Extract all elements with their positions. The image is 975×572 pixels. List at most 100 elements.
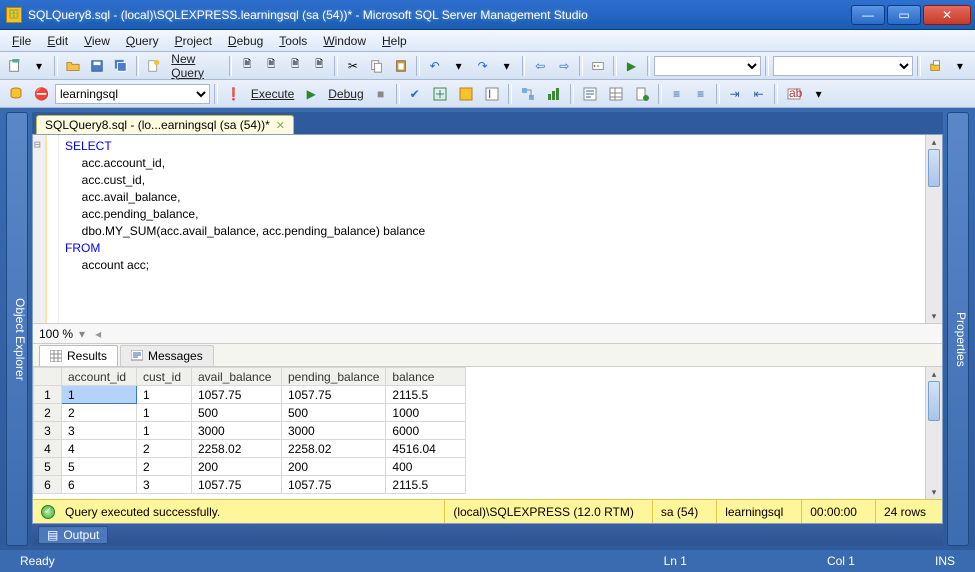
output-tab[interactable]: ▤ Output	[38, 526, 108, 544]
cell-account_id[interactable]: 5	[62, 458, 137, 476]
row-header[interactable]: 4	[34, 440, 62, 458]
debug-label[interactable]: Debug	[324, 87, 367, 101]
connect-button[interactable]	[4, 83, 28, 105]
database-combo[interactable]: learningsql	[55, 84, 210, 104]
cell-cust_id[interactable]: 1	[137, 404, 192, 422]
db-icon-2[interactable]: 🗎	[260, 55, 282, 77]
results-file-button[interactable]	[630, 83, 654, 105]
row-header[interactable]: 5	[34, 458, 62, 476]
scroll-thumb[interactable]	[928, 149, 940, 187]
col-avail-balance[interactable]: avail_balance	[192, 368, 282, 386]
include-plan-button[interactable]	[516, 83, 540, 105]
sql-toolbar-overflow[interactable]: ▾	[808, 83, 830, 105]
table-row[interactable]: 1111057.751057.752115.5	[34, 386, 466, 404]
grid-scroll-down-icon[interactable]: ▾	[926, 485, 942, 499]
sql-editor[interactable]: ⊟ SELECT acc.account_id, acc.cust_id, ac…	[33, 135, 942, 323]
db-icon-3[interactable]: 🗎	[284, 55, 306, 77]
row-header[interactable]: 1	[34, 386, 62, 404]
cell-balance[interactable]: 1000	[386, 404, 466, 422]
menu-help[interactable]: Help	[374, 32, 415, 50]
cell-account_id[interactable]: 4	[62, 440, 137, 458]
table-row[interactable]: 6631057.751057.752115.5	[34, 476, 466, 494]
start-button[interactable]: ▶	[621, 55, 643, 77]
estimated-plan-button[interactable]	[428, 83, 452, 105]
results-text-button[interactable]	[578, 83, 602, 105]
col-account-id[interactable]: account_id	[62, 368, 137, 386]
change-connection-button[interactable]: ⛔	[30, 83, 53, 105]
new-dropdown[interactable]: ▾	[28, 55, 50, 77]
cell-account_id[interactable]: 3	[62, 422, 137, 440]
grid-scrollbar[interactable]: ▴ ▾	[925, 367, 942, 499]
parse-button[interactable]: ✔	[404, 83, 426, 105]
minimize-button[interactable]: —	[851, 5, 885, 25]
cell-cust_id[interactable]: 1	[137, 386, 192, 404]
new-query-label[interactable]: New Query	[167, 52, 224, 80]
save-button[interactable]	[86, 55, 108, 77]
col-pending-balance[interactable]: pending_balance	[282, 368, 386, 386]
scroll-up-icon[interactable]: ▴	[926, 135, 942, 149]
cell-cust_id[interactable]: 1	[137, 422, 192, 440]
cell-pending_balance[interactable]: 1057.75	[282, 386, 386, 404]
redo-dropdown[interactable]: ▾	[496, 55, 518, 77]
menu-file[interactable]: File	[4, 32, 39, 50]
cell-account_id[interactable]: 6	[62, 476, 137, 494]
nav-fwd-button[interactable]: ⇨	[553, 55, 575, 77]
grid-scroll-thumb[interactable]	[928, 381, 940, 421]
cell-balance[interactable]: 400	[386, 458, 466, 476]
cell-avail_balance[interactable]: 200	[192, 458, 282, 476]
row-header[interactable]: 3	[34, 422, 62, 440]
sql-code-text[interactable]: SELECT acc.account_id, acc.cust_id, acc.…	[59, 135, 925, 323]
specify-values-button[interactable]: ab	[782, 83, 806, 105]
zoom-dropdown-icon[interactable]: ▾	[79, 327, 85, 341]
redo-button[interactable]: ↷	[472, 55, 494, 77]
properties-tab[interactable]: Properties	[947, 112, 969, 546]
debug-play-icon[interactable]: ▶	[300, 83, 322, 105]
menu-window[interactable]: Window	[315, 32, 374, 50]
cell-balance[interactable]: 2115.5	[386, 476, 466, 494]
close-button[interactable]: ✕	[923, 5, 971, 25]
cell-account_id[interactable]: 1	[62, 386, 137, 404]
row-header[interactable]: 6	[34, 476, 62, 494]
db-icon-1[interactable]: 🗎	[236, 55, 258, 77]
zoom-level[interactable]: 100 %	[39, 327, 73, 341]
db-icon-4[interactable]: 🗎	[308, 55, 330, 77]
results-grid-button[interactable]	[604, 83, 628, 105]
results-grid[interactable]: account_id cust_id avail_balance pending…	[33, 367, 942, 499]
cell-avail_balance[interactable]: 500	[192, 404, 282, 422]
execute-label[interactable]: Execute	[247, 87, 298, 101]
new-project-button[interactable]	[4, 55, 26, 77]
cell-cust_id[interactable]: 2	[137, 458, 192, 476]
uncomment-button[interactable]: ≡	[690, 83, 712, 105]
toolbar-overflow[interactable]: ▾	[949, 55, 971, 77]
editor-scrollbar[interactable]: ▴ ▾	[925, 135, 942, 323]
cell-avail_balance[interactable]: 2258.02	[192, 440, 282, 458]
cell-balance[interactable]: 2115.5	[386, 386, 466, 404]
grid-scroll-up-icon[interactable]: ▴	[926, 367, 942, 381]
cell-pending_balance[interactable]: 200	[282, 458, 386, 476]
outline-collapse-icon[interactable]: ⊟	[34, 138, 41, 151]
cell-balance[interactable]: 4516.04	[386, 440, 466, 458]
execute-bang-icon[interactable]: ❗	[222, 83, 245, 105]
col-balance[interactable]: balance	[386, 368, 466, 386]
maximize-button[interactable]: ▭	[887, 5, 921, 25]
row-header[interactable]: 2	[34, 404, 62, 422]
menu-project[interactable]: Project	[167, 32, 220, 50]
col-cust-id[interactable]: cust_id	[137, 368, 192, 386]
menu-edit[interactable]: Edit	[39, 32, 76, 50]
cell-avail_balance[interactable]: 1057.75	[192, 476, 282, 494]
cell-pending_balance[interactable]: 1057.75	[282, 476, 386, 494]
cell-avail_balance[interactable]: 1057.75	[192, 386, 282, 404]
indent-button[interactable]: ⇥	[724, 83, 746, 105]
open-button[interactable]	[62, 55, 84, 77]
save-all-button[interactable]	[110, 55, 132, 77]
object-explorer-tab[interactable]: Object Explorer	[6, 112, 28, 546]
menu-tools[interactable]: Tools	[271, 32, 315, 50]
intellisense-button[interactable]: I	[480, 83, 504, 105]
include-stats-button[interactable]	[542, 83, 566, 105]
cell-balance[interactable]: 6000	[386, 422, 466, 440]
comment-button[interactable]: ≡	[666, 83, 688, 105]
cell-cust_id[interactable]: 3	[137, 476, 192, 494]
menu-debug[interactable]: Debug	[220, 32, 271, 50]
tab-results[interactable]: Results	[39, 345, 118, 366]
splitter-handle[interactable]: ◂	[95, 327, 101, 341]
